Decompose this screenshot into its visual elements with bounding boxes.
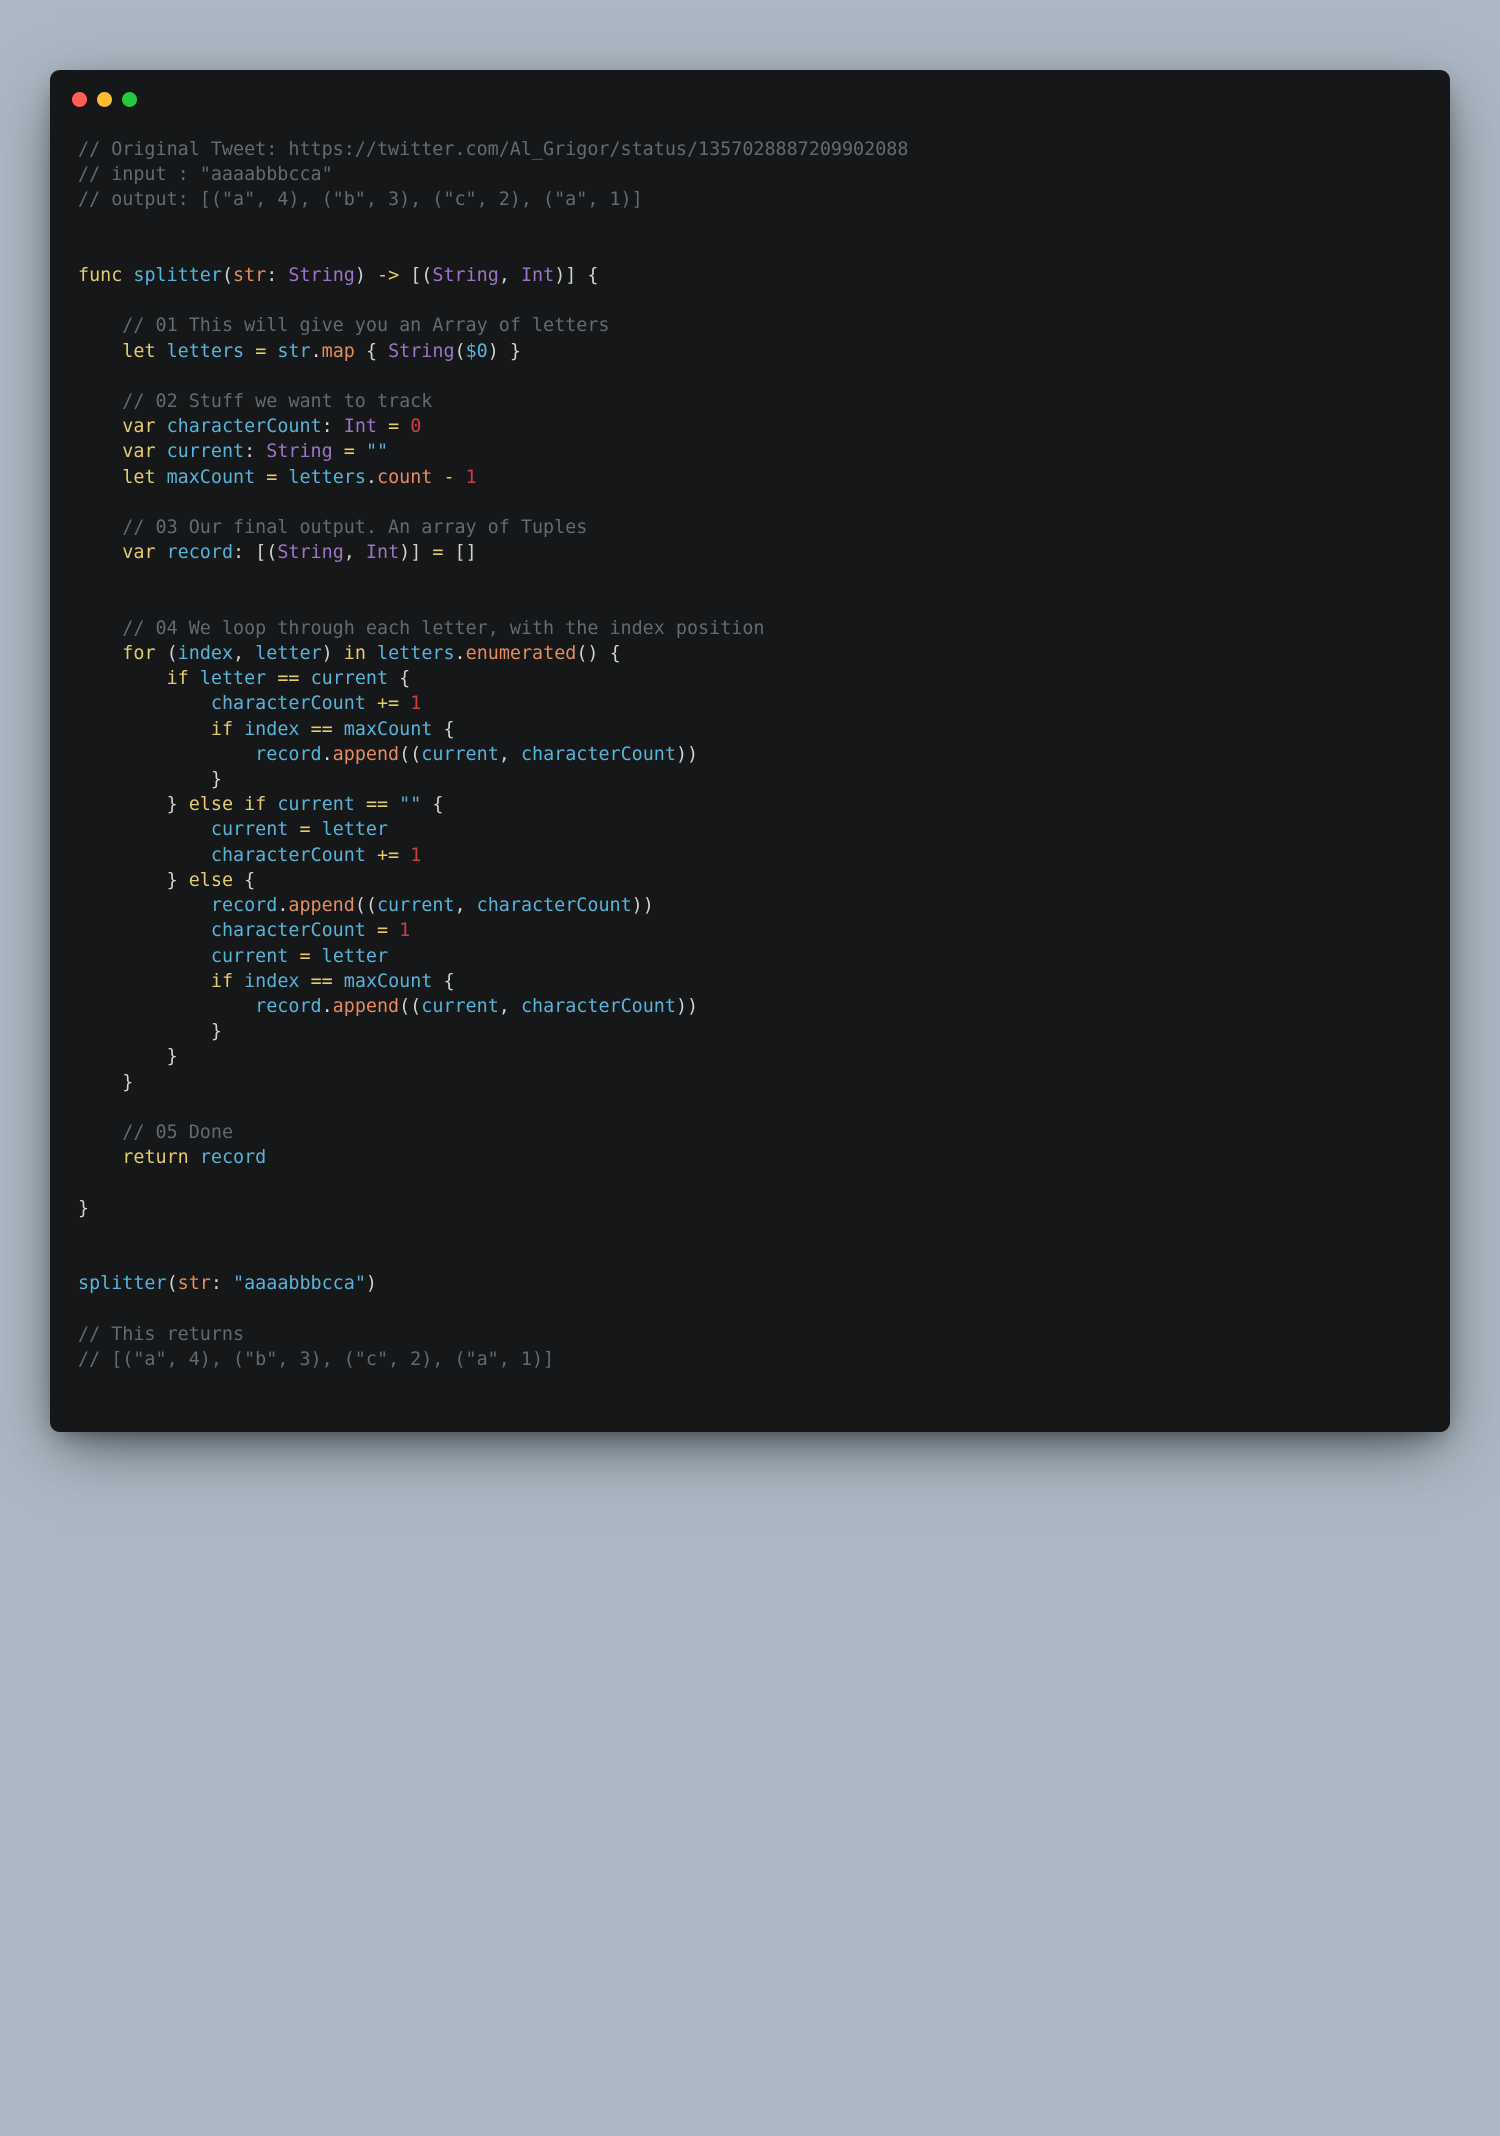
code-keyword: func: [78, 265, 122, 286]
code-type: String: [288, 265, 354, 286]
code-comment: // Original Tweet: https://twitter.com/A…: [78, 139, 908, 160]
code-comment: // This returns: [78, 1324, 244, 1345]
code-comment: // 01 This will give you an Array of let…: [122, 315, 609, 336]
minimize-icon[interactable]: [97, 92, 112, 107]
zoom-icon[interactable]: [122, 92, 137, 107]
code-comment: // 02 Stuff we want to track: [122, 391, 432, 412]
code-comment: // output: [("a", 4), ("b", 3), ("c", 2)…: [78, 189, 643, 210]
code-body: // Original Tweet: https://twitter.com/A…: [50, 117, 1450, 1402]
code-comment: // 03 Our final output. An array of Tupl…: [122, 517, 587, 538]
close-icon[interactable]: [72, 92, 87, 107]
code-comment: // [("a", 4), ("b", 3), ("c", 2), ("a", …: [78, 1349, 554, 1370]
code-comment: // input : "aaaabbbcca": [78, 164, 333, 185]
code-window: // Original Tweet: https://twitter.com/A…: [50, 70, 1450, 1432]
code-param: str: [233, 265, 266, 286]
code-funcname: splitter: [133, 265, 222, 286]
code-comment: // 05 Done: [122, 1122, 233, 1143]
window-titlebar: [50, 70, 1450, 117]
code-comment: // 04 We loop through each letter, with …: [122, 618, 764, 639]
